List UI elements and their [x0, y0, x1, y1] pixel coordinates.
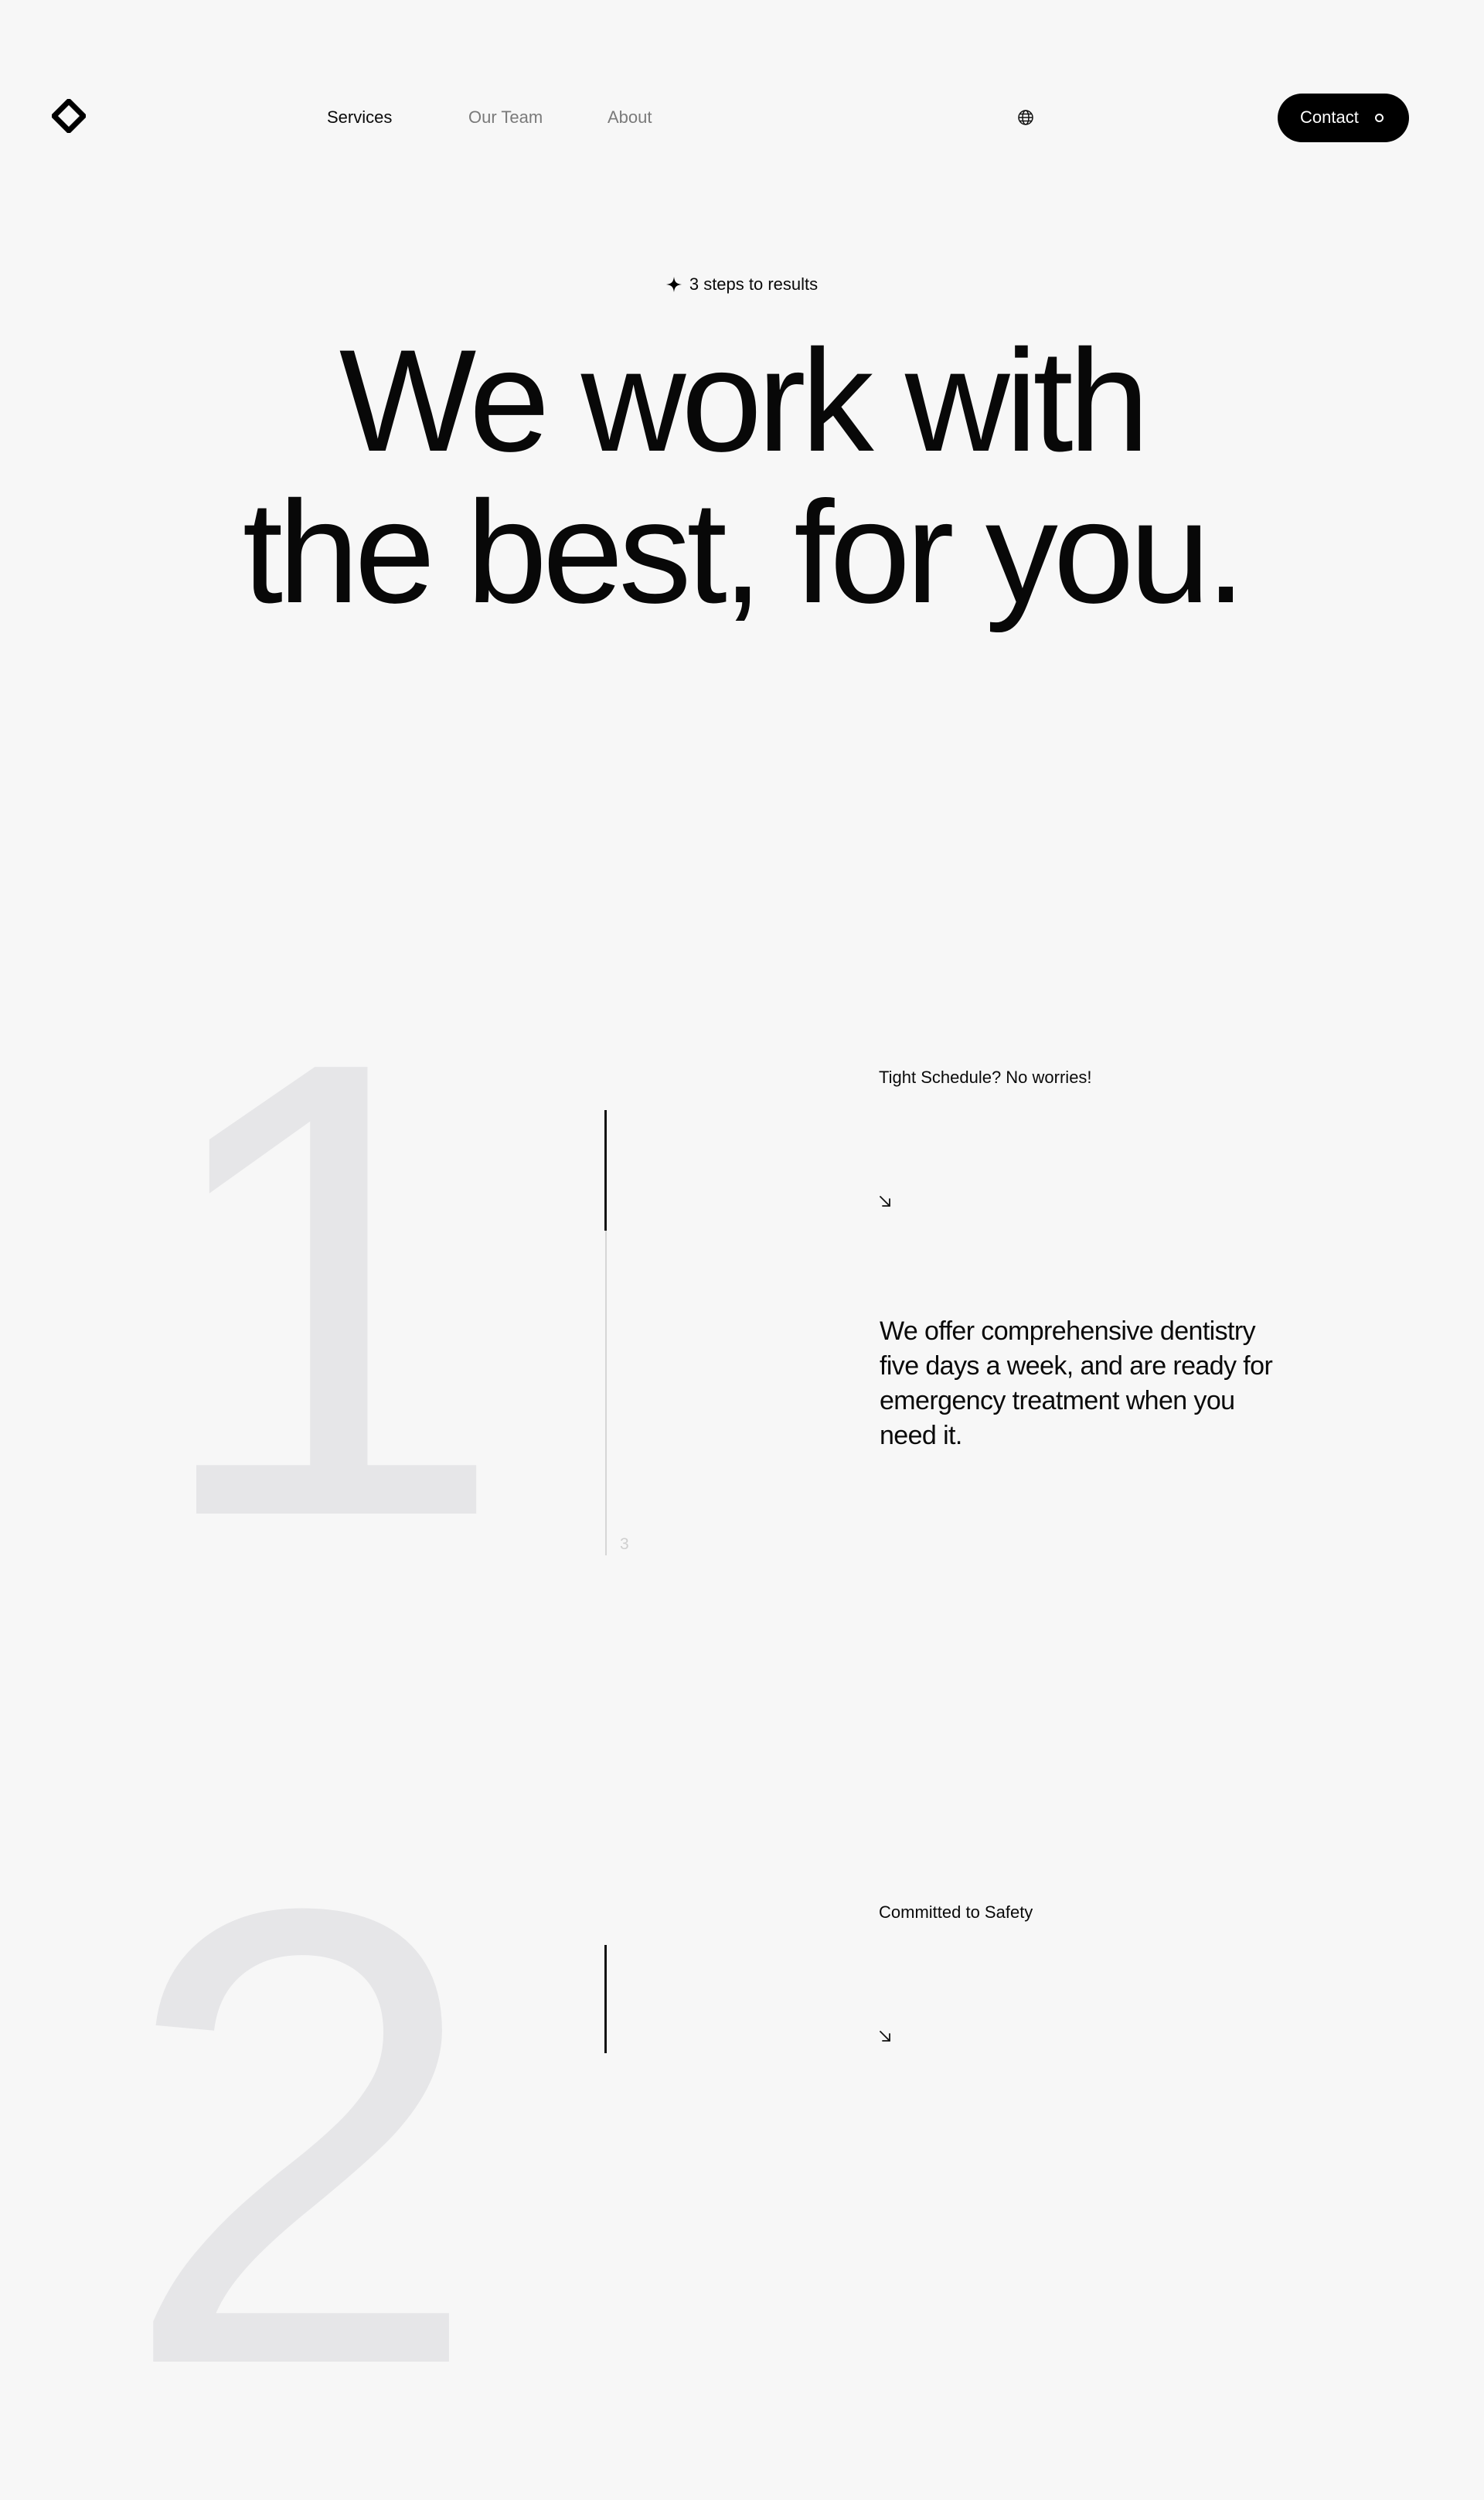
sparkle-icon [665, 275, 682, 292]
step-title: Committed to Safety [879, 1902, 1033, 1922]
step-total-count: 3 [620, 1535, 629, 1553]
nav-link-our-team[interactable]: Our Team [468, 107, 543, 128]
step-description: We offer comprehensive dentistry five da… [880, 1316, 1273, 1450]
contact-button[interactable]: Contact [1278, 94, 1409, 142]
step-progress-fill [604, 1945, 607, 2053]
arrow-down-right-icon[interactable] [878, 1194, 892, 1208]
diamond-logo-icon[interactable] [51, 98, 87, 134]
step-number: 1 [147, 927, 508, 1652]
circle-icon [1375, 114, 1384, 122]
step-number: 2 [121, 1775, 482, 2500]
hero-title-line-2: the best, for you. [242, 471, 1246, 633]
nav-link-about[interactable]: About [608, 107, 652, 128]
hero-eyebrow-text: 3 steps to results [689, 274, 819, 294]
hero-title-line-1: We work with [339, 319, 1149, 482]
hero-title: We work with the best, for you. [0, 325, 1484, 628]
nav-link-services[interactable]: Services [327, 107, 392, 128]
globe-icon[interactable] [1017, 109, 1034, 126]
hero-eyebrow: 3 steps to results [0, 273, 1484, 296]
step-progress-fill [604, 1110, 607, 1231]
contact-button-label: Contact [1300, 107, 1359, 127]
step-title: Tight Schedule? No worries! [879, 1068, 1092, 1087]
arrow-down-right-icon[interactable] [878, 2029, 892, 2043]
